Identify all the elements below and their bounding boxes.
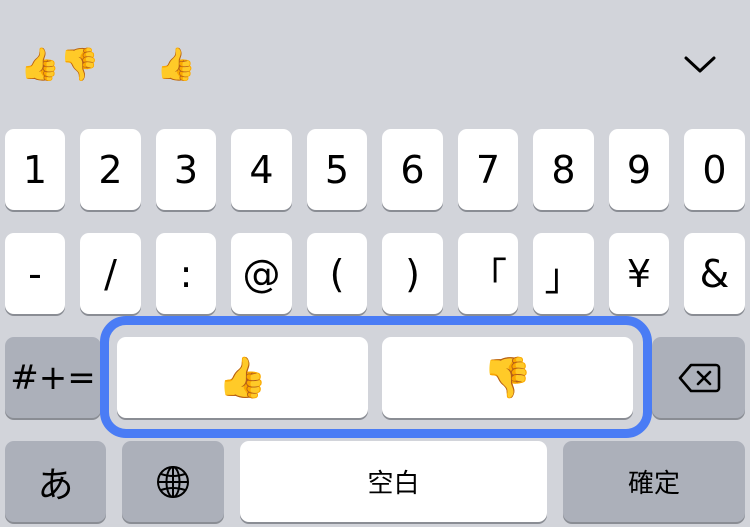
- key-slash[interactable]: /: [80, 233, 141, 314]
- key-open-paren[interactable]: (: [307, 233, 367, 314]
- space-key[interactable]: 空白: [240, 441, 547, 522]
- key-ampersand[interactable]: &: [684, 233, 745, 314]
- key-close-paren[interactable]: ): [382, 233, 443, 314]
- key-0[interactable]: 0: [684, 129, 745, 210]
- key-5[interactable]: 5: [307, 129, 367, 210]
- globe-key[interactable]: [122, 441, 224, 522]
- globe-icon: [157, 465, 189, 498]
- key-3[interactable]: 3: [156, 129, 216, 210]
- delete-icon: [678, 363, 720, 392]
- key-yen[interactable]: ¥: [609, 233, 669, 314]
- key-9[interactable]: 9: [609, 129, 669, 210]
- hiragana-key[interactable]: あ: [5, 441, 106, 522]
- key-6[interactable]: 6: [382, 129, 443, 210]
- key-hyphen[interactable]: -: [5, 233, 65, 314]
- key-4[interactable]: 4: [231, 129, 292, 210]
- key-7[interactable]: 7: [458, 129, 518, 210]
- key-2[interactable]: 2: [80, 129, 141, 210]
- suggestion-thumbs-up[interactable]: 👍: [156, 40, 196, 88]
- backspace-key[interactable]: [652, 337, 745, 418]
- key-at[interactable]: @: [231, 233, 292, 314]
- key-8[interactable]: 8: [533, 129, 594, 210]
- key-open-bracket[interactable]: 「: [458, 233, 518, 314]
- suggestion-thumbs-up-down[interactable]: 👍👎: [20, 40, 100, 88]
- symbols-toggle-key[interactable]: #+=: [5, 337, 101, 418]
- key-colon[interactable]: :: [156, 233, 216, 314]
- confirm-key[interactable]: 確定: [563, 441, 745, 522]
- key-1[interactable]: 1: [5, 129, 65, 210]
- chevron-down-icon[interactable]: [682, 50, 718, 78]
- key-close-bracket[interactable]: 」: [533, 233, 594, 314]
- emoji-keys-highlight: [100, 316, 652, 438]
